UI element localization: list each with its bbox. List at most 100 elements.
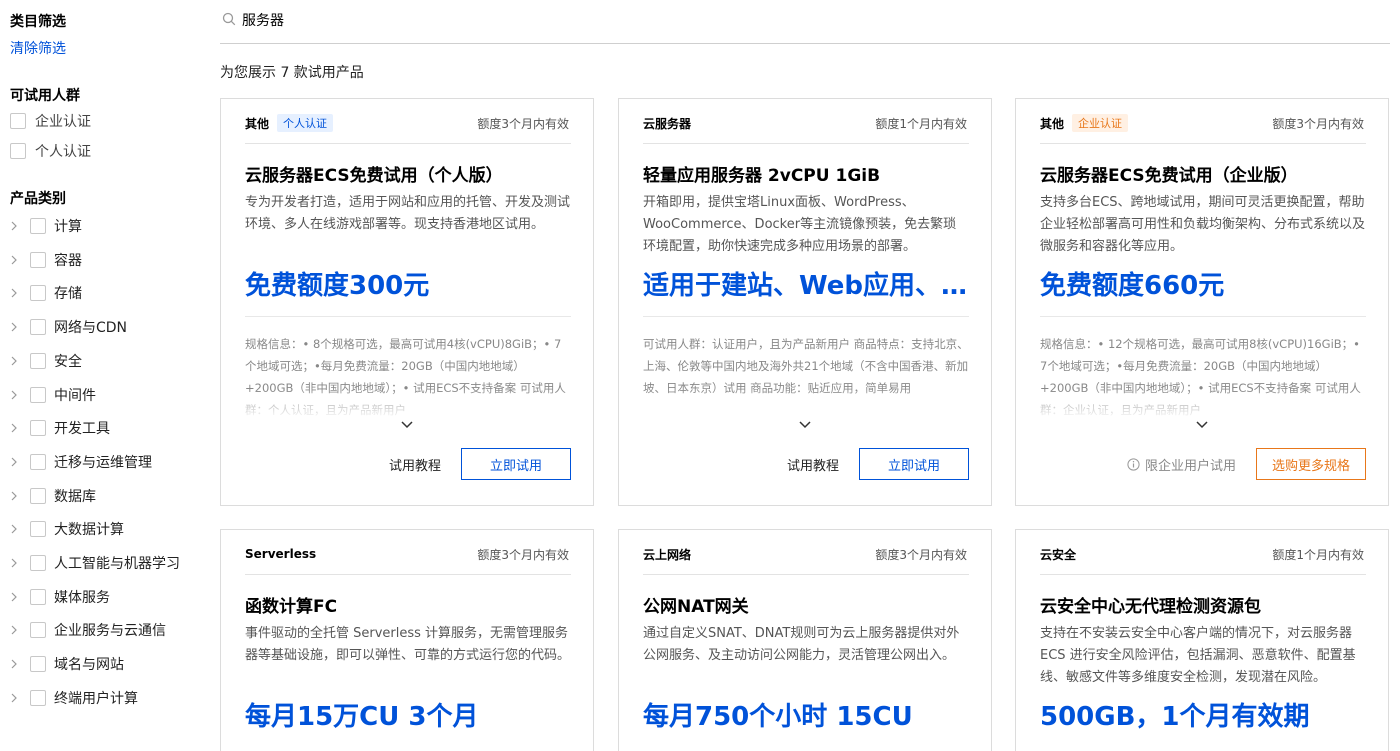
audience-title: 可试用人群 [10,88,80,104]
category-item[interactable]: 网络与CDN [8,317,127,337]
try-now-button[interactable]: 立即试用 [461,448,571,480]
card-actions: 限企业用户试用 选购更多规格 [1127,448,1366,480]
product-card[interactable]: 云安全 额度1个月内有效 云安全中心无代理检测资源包 支持在不安装云安全中心客户端的情… [1015,529,1389,751]
checkbox[interactable] [30,218,46,234]
category-title: 产品类别 [10,191,66,207]
chevron-down-icon[interactable] [797,417,813,433]
checkbox[interactable] [30,352,46,369]
category-item[interactable]: 人工智能与机器学习 [8,553,180,573]
chevron-right-icon[interactable] [8,254,20,266]
chevron-right-icon[interactable] [8,456,20,468]
audience-option-personal[interactable]: 个人认证 [10,141,91,161]
product-card[interactable]: 云服务器 额度1个月内有效 轻量应用服务器 2vCPU 1GiB 开箱即用，提供宝塔L… [618,98,992,506]
checkbox[interactable] [30,319,46,336]
checkbox[interactable] [30,521,46,538]
category-item[interactable]: 迁移与运维管理 [8,452,152,472]
chevron-right-icon[interactable] [8,490,20,502]
buy-more-specs-button[interactable]: 选购更多规格 [1256,448,1366,480]
category-item[interactable]: 终端用户计算 [8,688,138,708]
card-actions: 试用教程 立即试用 [787,448,969,480]
divider [245,143,571,144]
product-card[interactable]: Serverless 额度3个月内有效 函数计算FC 事件驱动的全托管 Serverl… [220,529,594,751]
search-input[interactable] [242,6,842,34]
checkbox[interactable] [10,143,26,159]
checkbox[interactable] [30,555,46,571]
chevron-right-icon[interactable] [8,220,20,232]
chevron-right-icon[interactable] [8,591,20,603]
card-title[interactable]: 函数计算FC [245,592,573,617]
chevron-down-icon[interactable] [1194,417,1210,433]
chevron-right-icon[interactable] [8,624,20,636]
card-title[interactable]: 云服务器ECS免费试用（个人版） [245,161,573,186]
checkbox[interactable] [10,113,26,129]
chevron-right-icon[interactable] [8,557,20,569]
filter-sidebar: 类目筛选 清除筛选 可试用人群 企业认证 个人认证 产品类别 计算 容器 存储 网络与… [0,0,200,751]
tutorial-link[interactable]: 试用教程 [389,455,441,474]
chevron-right-icon[interactable] [8,389,20,401]
category-label: 开发工具 [54,421,110,438]
spec-fade [1040,389,1366,419]
divider [643,316,969,317]
divider [643,143,969,144]
product-card[interactable]: 其他 企业认证 额度3个月内有效 云服务器ECS免费试用（企业版） 支持多台ECS、跨地… [1015,98,1389,506]
category-item[interactable]: 大数据计算 [8,519,124,539]
chevron-right-icon[interactable] [8,658,20,670]
card-title[interactable]: 云服务器ECS免费试用（企业版） [1040,161,1368,186]
validity-text: 额度1个月内有效 [1272,547,1364,562]
category-label: 计算 [54,219,82,235]
checkbox[interactable] [30,453,46,470]
tutorial-link[interactable]: 试用教程 [787,455,839,474]
checkbox[interactable] [30,588,46,605]
card-actions: 试用教程 立即试用 [389,448,571,480]
category-item[interactable]: 开发工具 [8,418,110,438]
checkbox[interactable] [30,622,46,639]
category-item[interactable]: 域名与网站 [8,654,124,674]
chevron-right-icon[interactable] [8,692,20,704]
divider [643,574,969,575]
category-item[interactable]: 企业服务与云通信 [8,620,166,640]
category-item[interactable]: 存储 [8,283,82,303]
category-label: 域名与网站 [54,657,124,674]
audience-option-enterprise[interactable]: 企业认证 [10,111,91,131]
checkbox[interactable] [30,251,46,268]
try-now-button[interactable]: 立即试用 [859,448,969,480]
checkbox[interactable] [30,420,46,437]
card-description: 通过自定义SNAT、DNAT规则可为云上服务器提供对外公网服务、及主动访问公网能… [643,626,960,663]
info-icon [1127,457,1140,471]
category-item[interactable]: 容器 [8,250,82,270]
checkbox[interactable] [30,386,46,403]
product-card[interactable]: 其他 个人认证 额度3个月内有效 云服务器ECS免费试用（个人版） 专为开发者打造，适用… [220,98,594,506]
chevron-right-icon[interactable] [8,422,20,434]
auth-badge: 个人认证 [277,114,334,132]
category-label: 安全 [54,353,82,370]
category-item[interactable]: 安全 [8,351,82,371]
chevron-right-icon[interactable] [8,287,20,299]
category-item[interactable]: 中间件 [8,385,96,405]
validity-text: 额度3个月内有效 [875,547,967,562]
category-item[interactable]: 数据库 [8,486,96,506]
card-title[interactable]: 公网NAT网关 [643,592,971,617]
product-card[interactable]: 云上网络 额度3个月内有效 公网NAT网关 通过自定义SNAT、DNAT规则可为云上服… [618,529,992,751]
chevron-right-icon[interactable] [8,321,20,333]
category-label: 数据库 [54,488,96,505]
card-title[interactable]: 云安全中心无代理检测资源包 [1040,592,1368,617]
chevron-right-icon[interactable] [8,523,20,535]
chevron-right-icon[interactable] [8,355,20,367]
search-bar [220,0,1390,44]
category-item[interactable]: 媒体服务 [8,587,110,607]
validity-text: 额度3个月内有效 [1272,116,1364,131]
card-title[interactable]: 轻量应用服务器 2vCPU 1GiB [643,161,971,186]
category-item[interactable]: 计算 [8,216,82,236]
checkbox[interactable] [30,285,46,302]
divider [245,316,571,317]
category-label: 中间件 [54,387,96,404]
checkbox[interactable] [30,689,46,706]
card-description: 开箱即用，提供宝塔Linux面板、WordPress、WooCommerce、D… [643,195,957,254]
chevron-down-icon[interactable] [399,417,415,433]
checkbox[interactable] [30,656,46,673]
category-label: 大数据计算 [54,522,124,539]
checkbox[interactable] [30,487,46,504]
clear-filter-link[interactable]: 清除筛选 [10,38,66,58]
card-meta: 其他 企业认证 额度3个月内有效 [1040,113,1364,133]
validity-text: 额度1个月内有效 [875,116,967,131]
